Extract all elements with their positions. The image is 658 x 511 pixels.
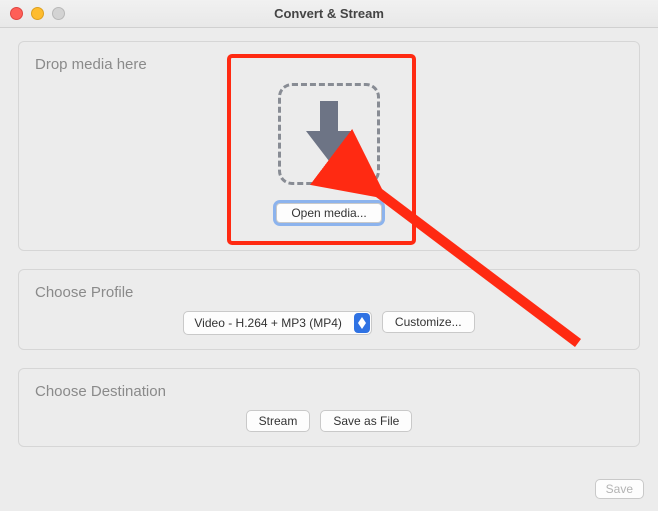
download-arrow-icon	[300, 97, 358, 172]
drop-media-title: Drop media here	[35, 56, 623, 73]
destination-group: Choose Destination Stream Save as File	[18, 368, 640, 447]
stream-button[interactable]: Stream	[246, 410, 311, 432]
save-as-file-button[interactable]: Save as File	[320, 410, 412, 432]
footer: Save	[595, 479, 644, 499]
content: Drop media here Open media... Choose Pro…	[0, 28, 658, 460]
destination-title: Choose Destination	[35, 383, 623, 400]
profile-select[interactable]: Video - H.264 + MP3 (MP4)	[183, 311, 372, 335]
drop-media-group: Drop media here Open media...	[18, 41, 640, 251]
updown-icon	[354, 313, 370, 333]
profile-select-value: Video - H.264 + MP3 (MP4)	[184, 316, 354, 330]
save-button: Save	[595, 479, 644, 499]
customize-button[interactable]: Customize...	[382, 311, 475, 333]
open-media-button[interactable]: Open media...	[276, 203, 381, 223]
drop-target-box[interactable]	[278, 83, 380, 185]
drop-zone[interactable]: Open media...	[35, 83, 623, 223]
profile-group: Choose Profile Video - H.264 + MP3 (MP4)…	[18, 269, 640, 350]
window-title: Convert & Stream	[0, 6, 658, 21]
profile-title: Choose Profile	[35, 284, 623, 301]
titlebar: Convert & Stream	[0, 0, 658, 28]
